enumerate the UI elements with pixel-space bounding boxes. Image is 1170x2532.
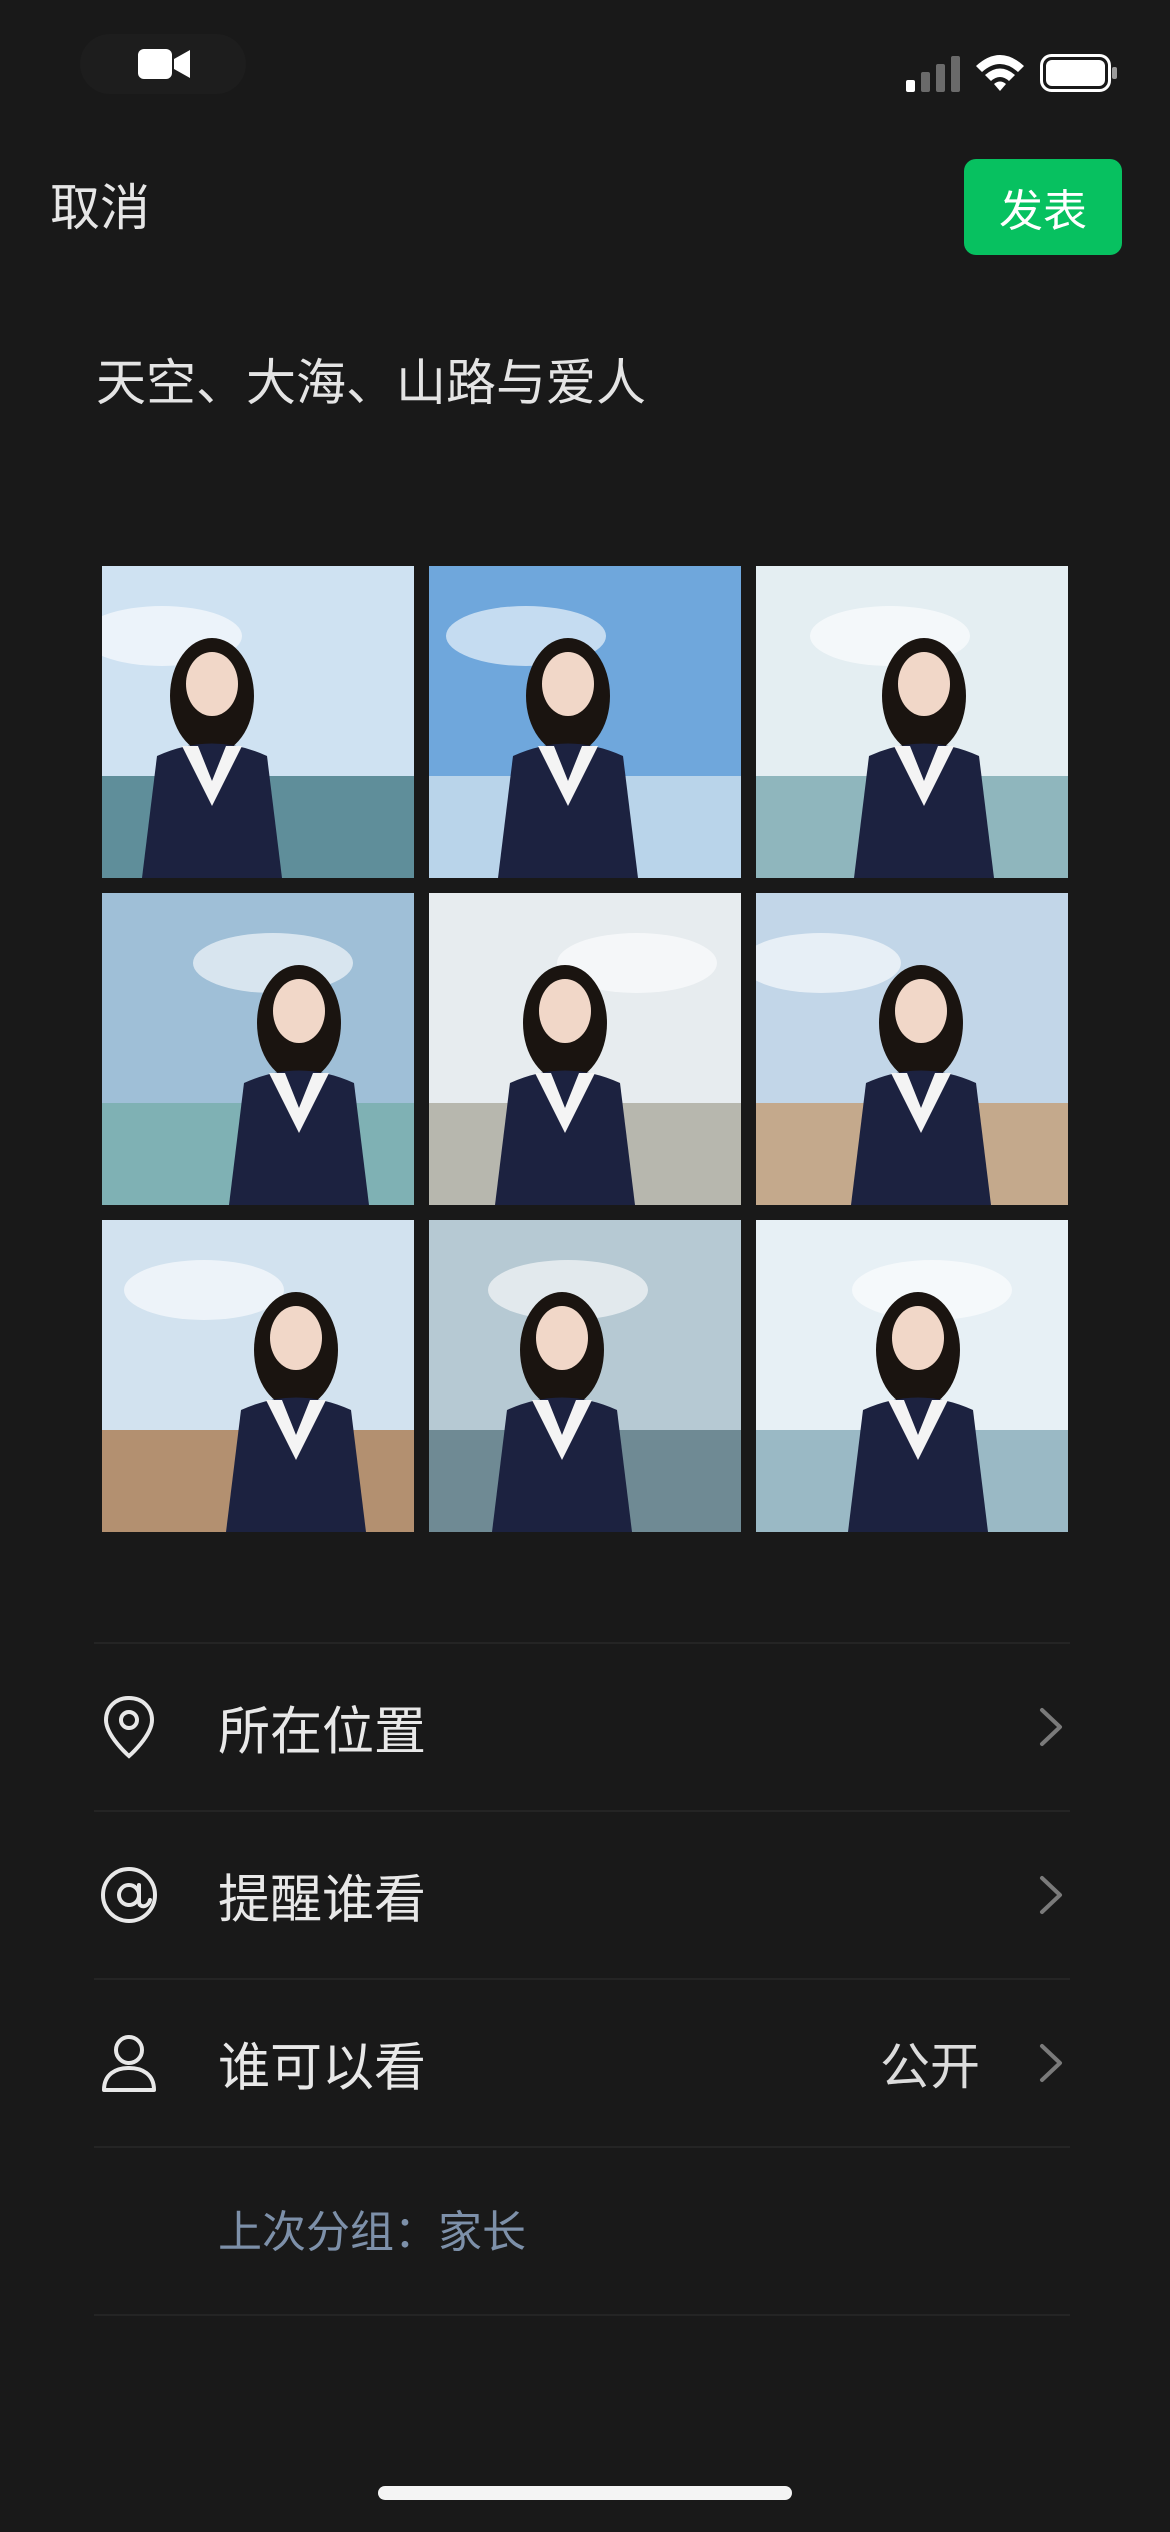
battery-icon [1040,54,1117,92]
visibility-label: 谁可以看 [218,2038,427,2099]
chevron-right-icon [1040,2044,1062,2082]
chevron-right-icon [1040,1876,1062,1914]
photo-thumbnail[interactable] [756,893,1068,1205]
photo-thumbnail[interactable] [756,1220,1068,1532]
wifi-icon [976,55,1024,91]
visibility-row[interactable]: 谁可以看 公开 [94,1980,1070,2146]
moments-compose-screen: 取消 发表 天空、大海、山路与爱人 所在位置 提醒谁看 谁可以看 公开 上次分组… [0,0,1170,2532]
location-pin-icon [103,1695,155,1759]
visibility-value: 公开 [880,2038,980,2096]
video-camera-icon [138,49,190,79]
person-icon [102,2035,156,2092]
mention-row[interactable]: 提醒谁看 [94,1812,1070,1978]
cancel-button[interactable]: 取消 [50,175,150,241]
location-row[interactable]: 所在位置 [94,1644,1070,1810]
chevron-right-icon [1040,1708,1062,1746]
photo-thumbnail[interactable] [429,1220,741,1532]
mention-label: 提醒谁看 [218,1870,427,1931]
location-label: 所在位置 [218,1702,427,1763]
status-bar [0,0,1170,140]
photo-thumbnail[interactable] [102,1220,414,1532]
photo-thumbnail[interactable] [429,566,741,878]
home-indicator [378,2486,792,2500]
photo-thumbnail[interactable] [102,566,414,878]
post-text-input[interactable]: 天空、大海、山路与爱人 [96,350,646,416]
publish-button[interactable]: 发表 [964,159,1122,255]
cellular-signal-icon [906,56,960,92]
photo-thumbnail[interactable] [429,893,741,1205]
photo-thumbnail[interactable] [102,893,414,1205]
photo-grid [102,566,1068,1532]
divider [94,2314,1070,2316]
last-group-hint[interactable]: 上次分组：家长 [218,2196,526,2260]
photo-thumbnail[interactable] [756,566,1068,878]
at-sign-icon [101,1867,157,1923]
divider [94,2146,1070,2148]
